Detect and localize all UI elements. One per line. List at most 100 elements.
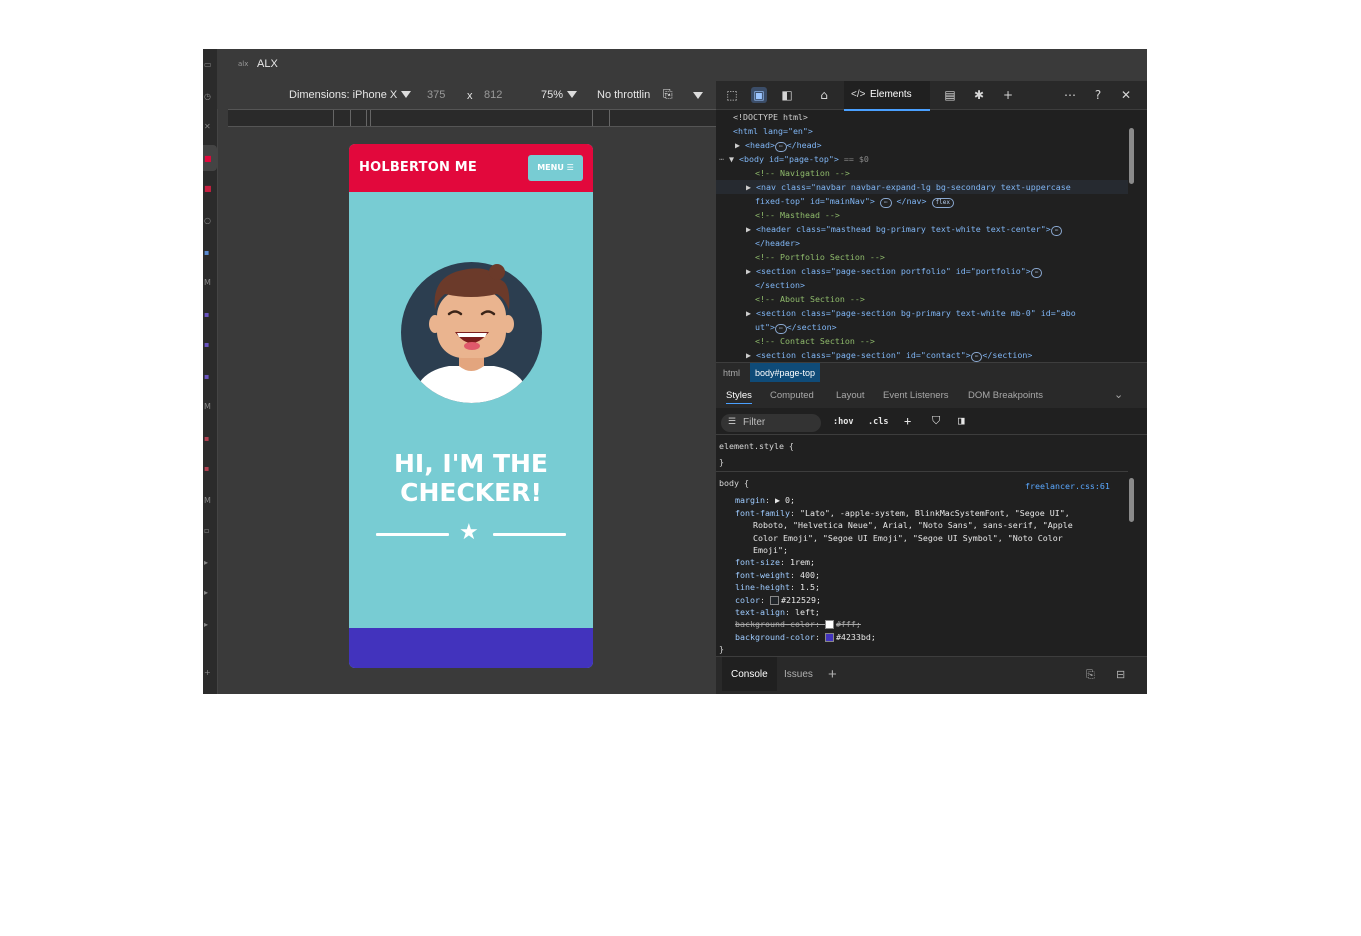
dock-drawer-icon[interactable]: ⎘: [1086, 657, 1095, 691]
app-icon[interactable]: ▪: [204, 435, 214, 443]
style-property[interactable]: line-height: 1.5;: [735, 581, 820, 593]
dom-comment[interactable]: <!-- Masthead -->: [755, 208, 840, 222]
dom-node[interactable]: ▶ <nav class="navbar navbar-expand-lg bg…: [746, 180, 1071, 194]
tab-elements[interactable]: </> Elements: [844, 81, 930, 111]
style-property[interactable]: font-size: 1rem;: [735, 556, 815, 568]
tabs-icon[interactable]: ▭: [204, 61, 214, 69]
close-icon[interactable]: ✕: [1118, 87, 1134, 103]
app-icon[interactable]: ▪: [204, 341, 214, 349]
dom-node[interactable]: ▶ <section class="page-section" id="cont…: [746, 348, 1032, 362]
breadcrumb-body[interactable]: body#page-top: [750, 363, 821, 383]
style-property[interactable]: font-family: "Lato", -apple-system, Blin…: [735, 507, 1070, 519]
app-icon[interactable]: ▪: [204, 249, 214, 257]
site-brand[interactable]: HOLBERTON ME: [359, 160, 477, 175]
chevron-down-icon[interactable]: ⌄: [1114, 388, 1123, 401]
console-icon[interactable]: ▤: [942, 87, 958, 103]
device-emulation-icon[interactable]: ▣: [751, 87, 767, 103]
app-icon[interactable]: ▸: [204, 621, 214, 629]
app-icon[interactable]: ▪: [204, 311, 214, 319]
styles-scrollbar-thumb[interactable]: [1129, 478, 1134, 522]
app-icon[interactable]: M: [204, 497, 214, 505]
dom-node[interactable]: </section>: [755, 278, 805, 292]
color-swatch[interactable]: [824, 633, 834, 642]
style-property[interactable]: margin: ▶ 0;: [735, 494, 795, 506]
dom-node[interactable]: <html lang="en">: [733, 124, 813, 138]
class-toggle-button[interactable]: .cls: [868, 417, 888, 427]
app-icon[interactable]: M: [204, 279, 214, 287]
style-property-overridden[interactable]: background-color: #fff;: [735, 618, 861, 630]
element-style-rule[interactable]: element.style {: [719, 440, 794, 452]
dom-comment[interactable]: <!-- Contact Section -->: [755, 334, 875, 348]
color-swatch[interactable]: [769, 596, 779, 605]
dom-node[interactable]: ut"> ⋯ </section>: [755, 320, 837, 334]
zoom-select[interactable]: 75%: [541, 89, 578, 101]
dom-scrollbar[interactable]: [1128, 110, 1135, 362]
device-viewport[interactable]: HOLBERTON ME MENU ☰ HI, I'M THE CHECKER!…: [349, 144, 593, 668]
computed-sidebar-icon[interactable]: ◨: [958, 414, 965, 427]
dom-tree[interactable]: <!DOCTYPE html> <html lang="en"> ▶ <head…: [716, 110, 1128, 362]
height-input[interactable]: 812: [484, 89, 502, 101]
dom-node[interactable]: </header>: [755, 236, 800, 250]
inspect-icon[interactable]: ⬚: [724, 87, 740, 103]
rotate-icon[interactable]: ⎘: [663, 87, 673, 102]
styles-scrollbar[interactable]: [1128, 464, 1135, 656]
dom-node[interactable]: ▶ <section class="page-section bg-primar…: [746, 306, 1076, 320]
style-property[interactable]: font-weight: 400;: [735, 569, 820, 581]
dom-node-body[interactable]: ⋯ ▼ <body id="page-top"> == $0: [719, 152, 869, 166]
dom-comment[interactable]: <!-- Portfolio Section -->: [755, 250, 885, 264]
app-icon[interactable]: ▪: [204, 465, 214, 473]
media-query-ruler[interactable]: [228, 109, 716, 127]
style-property[interactable]: background-color: #4233bd;: [735, 631, 876, 643]
dom-node[interactable]: ▶ <header class="masthead bg-primary tex…: [746, 222, 1063, 236]
color-swatch[interactable]: [824, 620, 834, 629]
add-drawer-tab-icon[interactable]: +: [828, 657, 837, 691]
tab-console[interactable]: Console: [722, 657, 777, 691]
app-icon[interactable]: M: [204, 403, 214, 411]
add-tab-icon[interactable]: +: [1000, 87, 1016, 103]
app-icon[interactable]: ○: [204, 217, 214, 225]
tab-dom-breakpoints[interactable]: DOM Breakpoints: [968, 390, 1043, 401]
history-icon[interactable]: ◷: [204, 93, 214, 101]
dom-comment[interactable]: <!-- Navigation -->: [755, 166, 850, 180]
add-icon[interactable]: +: [204, 669, 214, 677]
body-rule-selector[interactable]: body {: [719, 477, 749, 489]
app-icon[interactable]: ▪: [204, 373, 214, 381]
app-icon[interactable]: ■: [204, 185, 214, 193]
debug-icon[interactable]: ✱: [971, 87, 987, 103]
app-icon[interactable]: ■: [204, 155, 214, 163]
source-link[interactable]: freelancer.css:61: [1025, 480, 1110, 492]
app-icon[interactable]: ▫: [204, 527, 214, 535]
dom-comment[interactable]: <!-- About Section -->: [755, 292, 865, 306]
more-icon[interactable]: ⋯: [1062, 87, 1078, 103]
dom-node[interactable]: ▶ <section class="page-section portfolio…: [746, 264, 1043, 278]
hover-toggle-button[interactable]: :hov: [833, 417, 853, 427]
dom-node[interactable]: fixed-top" id="mainNav"> ⋯ </nav> flex: [755, 194, 954, 208]
dom-node[interactable]: <!DOCTYPE html>: [733, 110, 808, 124]
width-input[interactable]: 375: [427, 89, 445, 101]
dimensions-select[interactable]: Dimensions: iPhone X: [289, 89, 412, 101]
dom-scrollbar-thumb[interactable]: [1129, 128, 1134, 184]
tab-computed[interactable]: Computed: [770, 390, 814, 401]
style-property[interactable]: color: #212529;: [735, 594, 821, 606]
dom-node[interactable]: ▶ <head> ⋯ </head>: [735, 138, 822, 152]
more-options-icon[interactable]: [693, 89, 703, 101]
tab-styles[interactable]: Styles: [726, 390, 752, 404]
style-property[interactable]: text-align: left;: [735, 606, 820, 618]
welcome-icon[interactable]: ⌂: [816, 87, 832, 103]
menu-button[interactable]: MENU ☰: [528, 155, 583, 181]
filter-input[interactable]: [743, 416, 815, 429]
new-rule-icon[interactable]: +: [904, 414, 911, 428]
tab-event-listeners[interactable]: Event Listeners: [883, 390, 948, 401]
collections-icon[interactable]: ✕: [204, 123, 214, 131]
throttling-select[interactable]: No throttlin: [597, 89, 650, 101]
tab-issues[interactable]: Issues: [784, 657, 813, 691]
paint-icon[interactable]: ⛉: [932, 414, 940, 428]
app-icon[interactable]: ▸: [204, 559, 214, 567]
collapse-drawer-icon[interactable]: ⊟: [1116, 657, 1125, 691]
dock-icon[interactable]: ◧: [779, 87, 795, 103]
breadcrumb-html[interactable]: html: [718, 363, 745, 383]
help-icon[interactable]: ?: [1090, 87, 1106, 103]
flex-badge[interactable]: flex: [931, 198, 954, 208]
app-icon[interactable]: ▸: [204, 589, 214, 597]
tab-layout[interactable]: Layout: [836, 390, 865, 401]
